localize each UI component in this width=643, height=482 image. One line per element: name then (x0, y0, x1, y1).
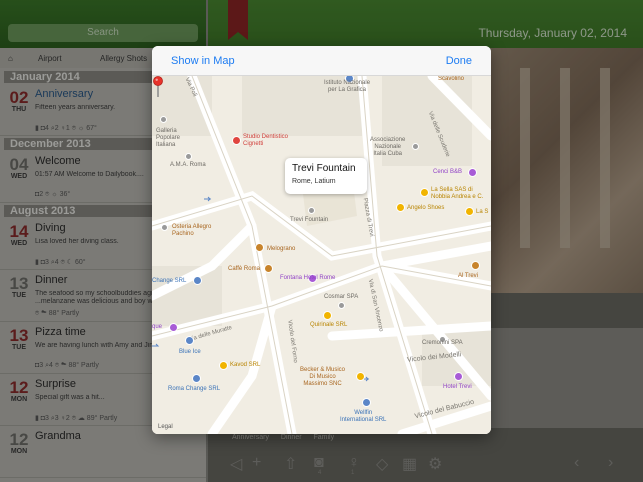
poi-fontana-label: Fontana Hotel Rome (280, 275, 336, 281)
poi-trevi-fountain-label: Trevi Fountain (290, 217, 329, 223)
poi-associazione-label: Associazione Nazionale Italia Cuba (370, 137, 406, 157)
location-callout[interactable]: Trevi Fountain Rome, Latium (285, 158, 367, 194)
poi-istituto-label: Istituto Nazionale per La Grafica (324, 80, 371, 93)
poi-cenci-label: Cenci B&B (433, 169, 463, 175)
poi-hoteltrevi-label: Hotel Trevi (443, 384, 472, 390)
poi-ama-icon[interactable] (185, 153, 192, 160)
poi-que-icon[interactable] (169, 323, 178, 332)
poi-las-label: La S (476, 209, 489, 215)
poi-becker-label: Becker & Musico Di Musico Massimo SNC (300, 367, 346, 387)
poi-melograno-icon[interactable] (255, 243, 264, 252)
poi-studio-label: Studio Dentistico Cignetti (243, 134, 289, 147)
poi-romachange-label: Roma Change SRL (168, 386, 221, 392)
map-popover: Show in Map Done Via Poli Piazza di Trev… (152, 46, 491, 434)
map-legal-link[interactable]: Legal (158, 424, 173, 431)
poi-scavolino-label: Scavolino (438, 76, 465, 82)
map-view[interactable]: Via Poli Piazza di Trevi Via di San Vinc… (152, 76, 491, 434)
poi-ama-label: A.M.A. Roma (170, 162, 206, 168)
poi-association-icon[interactable] (412, 143, 419, 150)
poi-cenci-icon[interactable] (468, 168, 477, 177)
show-in-map-button[interactable]: Show in Map (171, 55, 235, 67)
poi-blueice-icon[interactable] (185, 336, 194, 345)
poi-cremonini-label: Cremonini SPA (422, 340, 463, 346)
map-popover-header: Show in Map Done (152, 46, 491, 76)
done-button[interactable]: Done (446, 55, 472, 67)
poi-wellfin-label: Wellfin International SRL (340, 410, 387, 423)
poi-becker-icon[interactable] (356, 372, 365, 381)
poi-caffe-label: Caffè Roma (228, 266, 260, 272)
poi-kavod-label: Kavod SRL (230, 362, 261, 368)
poi-que-label: que (152, 324, 163, 330)
app-window: Search ⌂ Airport Allergy Shots January 2… (0, 0, 643, 482)
poi-lasella-label: La Sella SAS di Nobbia Andrea e C. (431, 187, 484, 200)
location-pin-icon[interactable] (152, 76, 164, 98)
callout-title: Trevi Fountain (292, 163, 356, 174)
poi-cosmar-label: Cosmar SPA (324, 294, 359, 300)
poi-altrevi-label: Al Trevi (458, 273, 479, 279)
poi-trevi-fountain-icon[interactable] (308, 207, 315, 214)
poi-angelo-label: Angelo Shoes (407, 205, 445, 211)
poi-osteria-icon[interactable] (161, 224, 168, 231)
poi-quirinale-label: Quirinale SRL (310, 322, 348, 328)
poi-angelo-icon[interactable] (396, 203, 405, 212)
poi-dentist-icon[interactable] (232, 136, 241, 145)
poi-romachange-icon[interactable] (192, 374, 201, 383)
poi-gallery-icon[interactable] (160, 116, 167, 123)
poi-blueice-label: Blue Ice (179, 349, 201, 355)
callout-subtitle: Rome, Latium (292, 178, 336, 185)
poi-galleria-label: Galleria Popolare Italiana (156, 128, 181, 148)
poi-kavod-icon[interactable] (219, 361, 228, 370)
poi-lasella-icon[interactable] (420, 188, 429, 197)
poi-wellfin-icon[interactable] (362, 398, 371, 407)
poi-cosmar-icon[interactable] (338, 302, 345, 309)
poi-osteria-label: Osteria Allegro Pachino (172, 224, 212, 237)
poi-melograno-label: Melograno (267, 246, 296, 252)
poi-altrevi-icon[interactable] (471, 261, 480, 270)
poi-change-icon[interactable] (193, 276, 202, 285)
poi-caffe-icon[interactable] (264, 264, 273, 273)
poi-quirinale-icon[interactable] (323, 311, 332, 320)
poi-change-label: Change SRL (152, 278, 187, 284)
poi-hoteltrevi-icon[interactable] (454, 372, 463, 381)
poi-las-icon[interactable] (465, 207, 474, 216)
